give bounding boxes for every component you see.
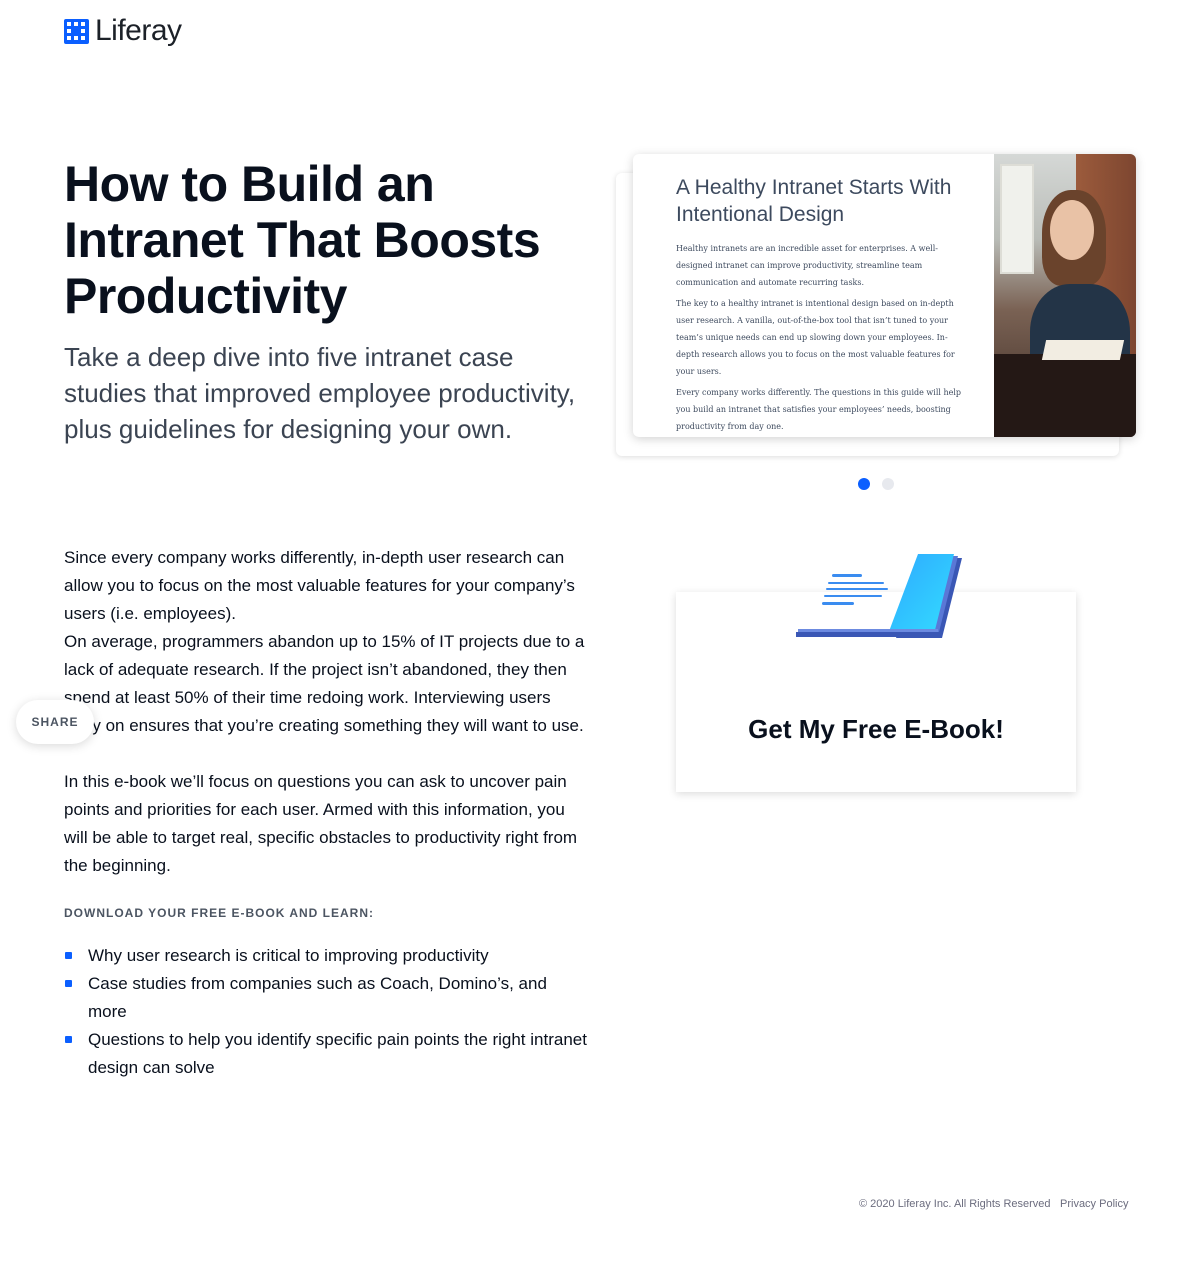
list-item-text: Case studies from companies such as Coac… [88, 974, 547, 1021]
page-subtitle: Take a deep dive into five intranet case… [64, 342, 576, 444]
learn-list: Why user research is critical to improvi… [64, 942, 589, 1082]
liferay-logo-icon [64, 18, 89, 44]
carousel-dots [858, 478, 894, 490]
privacy-policy-link[interactable]: Privacy Policy [1060, 1198, 1128, 1210]
bullet-icon [65, 952, 72, 959]
list-item-text: Questions to help you identify specific … [88, 1030, 587, 1077]
intro-paragraph-2: On average, programmers abandon up to 15… [64, 632, 585, 735]
list-item: Questions to help you identify specific … [64, 1026, 589, 1082]
slide-paragraph: Every company works differently. The que… [676, 388, 962, 431]
list-item: Case studies from companies such as Coac… [64, 970, 589, 1026]
footer-copyright: © 2020 Liferay Inc. All Rights Reserved [859, 1198, 1051, 1210]
slide-content: A Healthy Intranet Starts With Intention… [633, 154, 994, 437]
get-ebook-button[interactable]: Get My Free E-Book! [676, 706, 1076, 752]
liferay-logo[interactable]: Liferay [64, 14, 182, 48]
intro-paragraph-1: Since every company works differently, i… [64, 548, 575, 623]
page-title: How to Build an Intranet That Boosts Pro… [64, 156, 541, 324]
list-item-text: Why user research is critical to improvi… [88, 946, 489, 965]
learn-heading: DOWNLOAD YOUR FREE E-BOOK AND LEARN: [64, 906, 374, 920]
list-item: Why user research is critical to improvi… [64, 942, 589, 970]
intro-paragraph-3: In this e-book we’ll focus on questions … [64, 772, 578, 875]
woman-writing-photo [994, 154, 1136, 437]
carousel-dot-2[interactable] [882, 478, 894, 490]
ebook-illustration-icon [796, 554, 962, 638]
bullet-icon [65, 1036, 72, 1043]
share-button[interactable]: SHARE [16, 700, 94, 744]
slide-paragraph: The key to a healthy intranet is intenti… [676, 299, 955, 376]
bullet-icon [65, 980, 72, 987]
slide-paragraph: Healthy intranets are an incredible asse… [676, 244, 938, 287]
carousel-dot-1[interactable] [858, 478, 870, 490]
slide-title: A Healthy Intranet Starts With Intention… [676, 176, 952, 226]
carousel-slide: A Healthy Intranet Starts With Intention… [633, 154, 1136, 437]
logo-wordmark: Liferay [95, 14, 182, 47]
